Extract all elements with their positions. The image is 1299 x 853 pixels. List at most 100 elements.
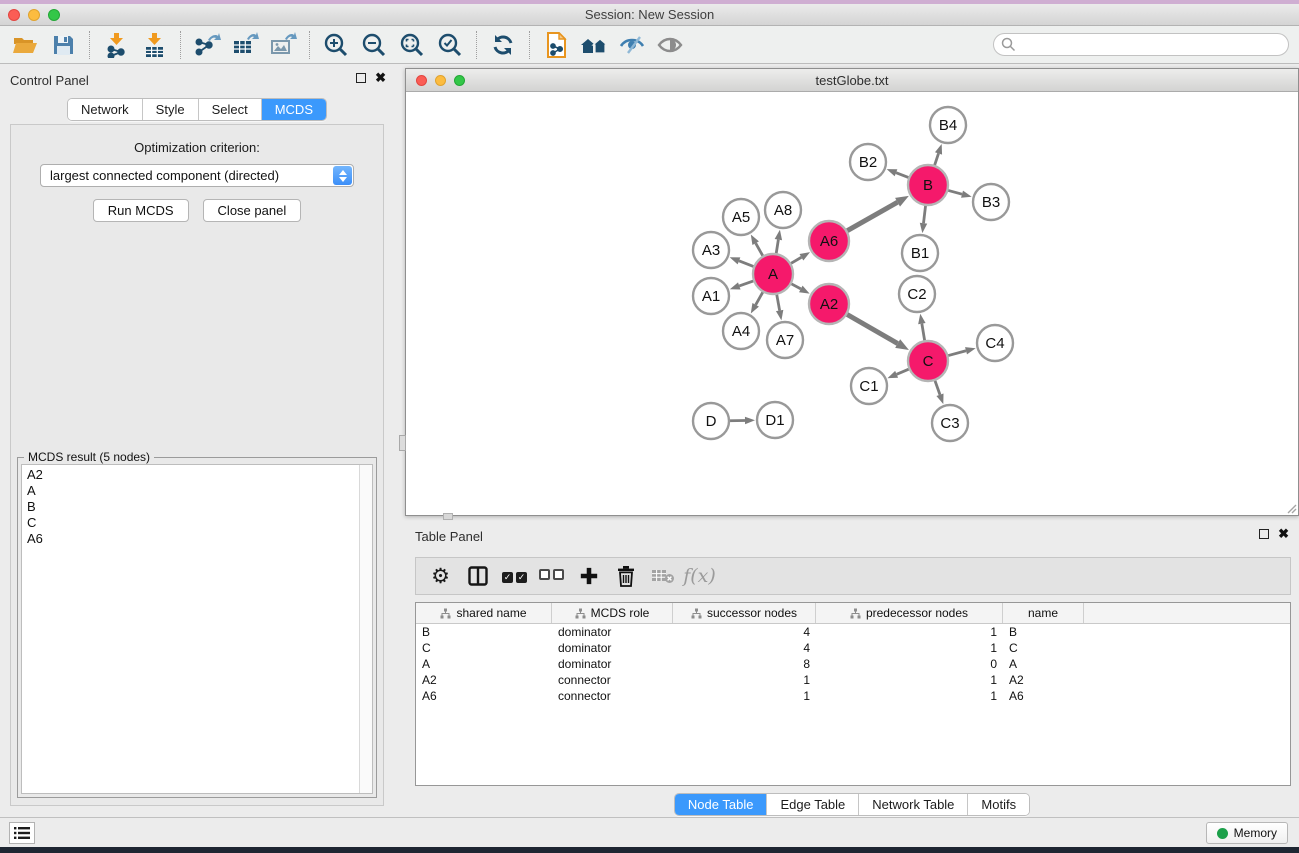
table-cell[interactable]: 1 — [816, 624, 1003, 640]
result-list-scrollbar[interactable] — [359, 465, 372, 793]
import-network-button[interactable] — [97, 29, 135, 61]
table-row[interactable]: A2connector11A2 — [416, 672, 1290, 688]
table-cell[interactable]: 4 — [673, 640, 816, 656]
graph-edge[interactable] — [924, 205, 926, 223]
table-cell[interactable]: 1 — [816, 672, 1003, 688]
table-cell[interactable]: C — [416, 640, 552, 656]
table-cell[interactable]: 4 — [673, 624, 816, 640]
graph-node-C1[interactable]: C1 — [851, 368, 887, 404]
table-cell[interactable]: 1 — [673, 688, 816, 704]
graph-node-A4[interactable]: A4 — [723, 313, 759, 349]
table-cell[interactable]: 8 — [673, 656, 816, 672]
show-column-button[interactable] — [461, 561, 494, 591]
graph-edge[interactable] — [947, 190, 962, 194]
graph-node-A8[interactable]: A8 — [765, 192, 801, 228]
table-cell[interactable]: A2 — [416, 672, 552, 688]
mcds-result-list[interactable]: A2ABCA6 — [21, 464, 373, 794]
table-cell[interactable]: A6 — [1003, 688, 1084, 704]
close-panel-icon[interactable]: ✖ — [375, 73, 386, 83]
column-header-shared-name[interactable]: shared name — [416, 603, 552, 623]
graph-node-A[interactable]: A — [753, 254, 793, 294]
tab-node-table[interactable]: Node Table — [675, 794, 768, 815]
add-column-button[interactable] — [572, 561, 605, 591]
table-close-panel-icon[interactable]: ✖ — [1278, 529, 1289, 539]
table-cell[interactable]: B — [1003, 624, 1084, 640]
table-row[interactable]: A6connector11A6 — [416, 688, 1290, 704]
zoom-out-button[interactable] — [355, 29, 393, 61]
save-session-button[interactable] — [44, 29, 82, 61]
table-row[interactable]: Cdominator41C — [416, 640, 1290, 656]
mcds-result-item[interactable]: B — [27, 499, 353, 515]
table-options-button[interactable]: ⚙ — [424, 561, 457, 591]
first-neighbors-button[interactable] — [575, 29, 613, 61]
search-input[interactable] — [993, 33, 1289, 56]
graph-edge[interactable] — [776, 240, 778, 255]
deselect-all-button[interactable] — [535, 561, 568, 591]
refresh-button[interactable] — [484, 29, 522, 61]
show-graphics-details-button[interactable] — [651, 29, 689, 61]
import-table-button[interactable] — [135, 29, 173, 61]
table-cell[interactable]: A — [1003, 656, 1084, 672]
graph-node-C3[interactable]: C3 — [932, 405, 968, 441]
graph-node-B1[interactable]: B1 — [902, 235, 938, 271]
graph-node-A7[interactable]: A7 — [767, 322, 803, 358]
tab-network[interactable]: Network — [68, 99, 143, 120]
zoom-in-button[interactable] — [317, 29, 355, 61]
graph-edge[interactable] — [791, 283, 801, 288]
memory-button[interactable]: Memory — [1206, 822, 1288, 844]
table-cell[interactable]: dominator — [552, 640, 673, 656]
close-panel-button[interactable]: Close panel — [203, 199, 302, 222]
table-cell[interactable]: 0 — [816, 656, 1003, 672]
panel-divider-handle[interactable] — [399, 435, 406, 451]
table-cell[interactable]: 1 — [816, 640, 1003, 656]
run-mcds-button[interactable]: Run MCDS — [93, 199, 189, 222]
table-cell[interactable]: 1 — [816, 688, 1003, 704]
graph-edge[interactable] — [896, 173, 909, 178]
graph-edge[interactable] — [846, 202, 897, 231]
function-builder-button[interactable]: f(x) — [683, 561, 716, 591]
open-file-button[interactable] — [6, 29, 44, 61]
column-header-predecessor-nodes[interactable]: predecessor nodes — [816, 603, 1003, 623]
table-cell[interactable]: connector — [552, 672, 673, 688]
table-cell[interactable]: A2 — [1003, 672, 1084, 688]
task-history-button[interactable] — [9, 822, 35, 844]
zoom-fit-button[interactable] — [393, 29, 431, 61]
network-canvas[interactable]: AA1A2A3A4A5A6A7A8BB1B2B3B4CC1C2C3C4DD1 — [406, 92, 1298, 515]
zoom-selected-button[interactable] — [431, 29, 469, 61]
graph-node-D1[interactable]: D1 — [757, 402, 793, 438]
tab-style[interactable]: Style — [143, 99, 199, 120]
table-cell[interactable]: dominator — [552, 656, 673, 672]
delete-table-button[interactable] — [646, 561, 679, 591]
graph-node-B2[interactable]: B2 — [850, 144, 886, 180]
node-table[interactable]: shared nameMCDS rolesuccessor nodesprede… — [415, 602, 1291, 786]
graph-node-A6[interactable]: A6 — [809, 221, 849, 261]
graph-edge[interactable] — [756, 243, 764, 256]
table-cell[interactable]: B — [416, 624, 552, 640]
table-cell[interactable]: 1 — [673, 672, 816, 688]
hide-selection-button[interactable] — [613, 29, 651, 61]
table-cell[interactable]: connector — [552, 688, 673, 704]
table-cell[interactable]: C — [1003, 640, 1084, 656]
table-float-panel-icon[interactable] — [1259, 529, 1269, 539]
mcds-result-item[interactable]: A6 — [27, 531, 353, 547]
graph-edge[interactable] — [897, 369, 910, 374]
select-all-button[interactable]: ✓✓ — [498, 561, 531, 591]
graph-node-C4[interactable]: C4 — [977, 325, 1013, 361]
graph-edge[interactable] — [935, 380, 940, 395]
graph-node-A2[interactable]: A2 — [809, 284, 849, 324]
graph-node-D[interactable]: D — [693, 403, 729, 439]
network-window-titlebar[interactable]: testGlobe.txt — [406, 69, 1298, 92]
tab-mcds[interactable]: MCDS — [262, 99, 326, 120]
horizontal-split-handle[interactable] — [443, 513, 453, 520]
export-image-button[interactable] — [264, 29, 302, 61]
table-row[interactable]: Bdominator41B — [416, 624, 1290, 640]
graph-node-A5[interactable]: A5 — [723, 199, 759, 235]
export-network-button[interactable] — [188, 29, 226, 61]
window-resize-grip-icon[interactable] — [1285, 502, 1297, 514]
tab-edge-table[interactable]: Edge Table — [767, 794, 859, 815]
graph-edge[interactable] — [934, 153, 938, 166]
graph-node-B4[interactable]: B4 — [930, 107, 966, 143]
graph-edge[interactable] — [790, 257, 801, 264]
tab-network-table[interactable]: Network Table — [859, 794, 968, 815]
graph-edge[interactable] — [756, 291, 764, 304]
